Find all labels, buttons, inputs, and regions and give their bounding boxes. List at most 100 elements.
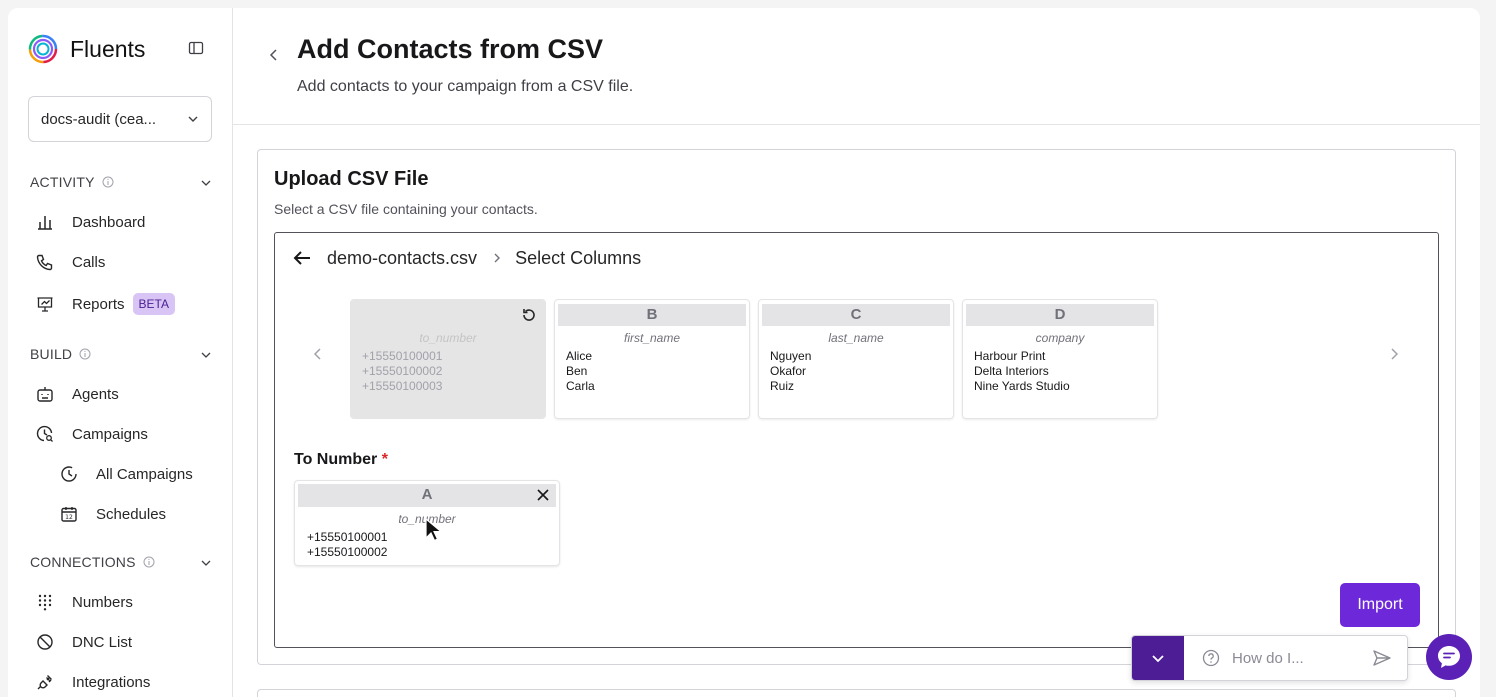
reset-icon[interactable]	[520, 306, 538, 324]
selected-letter-text: A	[421, 486, 433, 503]
sidebar-toggle-icon[interactable]	[188, 40, 204, 56]
column-value: Okafor	[770, 364, 807, 378]
chevron-down-icon	[188, 116, 198, 122]
chevron-right-icon	[494, 253, 501, 263]
column-value: Delta Interiors	[974, 364, 1049, 378]
sidebar-item-agents[interactable]: Agents	[36, 385, 119, 403]
help-collapse-button[interactable]	[1132, 636, 1184, 680]
column-letter: D	[966, 304, 1154, 326]
column-header: last_name	[828, 331, 884, 345]
close-icon[interactable]	[536, 488, 550, 502]
column-value: +15550100001	[362, 349, 443, 363]
column-value: Carla	[566, 379, 595, 393]
plug-icon	[37, 675, 52, 690]
chevron-left-icon[interactable]	[267, 48, 281, 62]
chevron-down-icon	[1152, 655, 1164, 663]
column-values: Alice Ben Carla	[566, 349, 749, 394]
section-label: BUILD	[30, 346, 73, 362]
column-letter: B	[558, 304, 746, 326]
sidebar-item-numbers[interactable]: Numbers	[36, 593, 133, 611]
sidebar-item-calls[interactable]: Calls	[36, 253, 105, 271]
column-values: Nguyen Okafor Ruiz	[770, 349, 953, 394]
column-values: +15550100001 +15550100002 +15550100003	[362, 349, 545, 394]
column-value: +15550100002	[307, 545, 388, 559]
column-mapper: demo-contacts.csv Select Columns to_numb…	[274, 232, 1439, 648]
section-activity[interactable]: ACTIVITY	[30, 174, 212, 190]
arrow-left-icon[interactable]	[291, 247, 313, 269]
workspace-label: docs-audit (cea...	[41, 110, 157, 128]
column-value: +15550100002	[362, 364, 443, 378]
page-header: Add Contacts from CSV Add contacts to yo…	[233, 8, 1480, 125]
card-subtitle: Select a CSV file containing your contac…	[274, 201, 538, 217]
chevron-down-icon	[201, 352, 211, 358]
sidebar-item-label: Agents	[72, 385, 119, 403]
workspace-select[interactable]: docs-audit (cea...	[28, 96, 212, 142]
sidebar-item-label: Dashboard	[72, 213, 146, 231]
sidebar: Fluents docs-audit (cea... ACTIVITY Dash…	[8, 8, 233, 697]
import-button[interactable]: Import	[1340, 583, 1420, 627]
section-build[interactable]: BUILD	[30, 346, 212, 362]
calendar-icon: 12	[61, 507, 77, 522]
app-window: Fluents docs-audit (cea... ACTIVITY Dash…	[8, 8, 1480, 697]
fluents-logo-icon	[28, 34, 58, 64]
sidebar-item-label: Reports	[72, 295, 125, 313]
field-label: To Number *	[294, 451, 388, 469]
sidebar-item-schedules[interactable]: 12 Schedules	[60, 505, 166, 523]
carousel-prev-icon[interactable]	[311, 347, 325, 361]
column-value: Ruiz	[770, 379, 795, 393]
dialpad-icon	[38, 594, 52, 611]
sidebar-item-label: All Campaigns	[96, 465, 193, 483]
upload-card: Upload CSV File Select a CSV file contai…	[257, 149, 1456, 665]
help-input[interactable]	[1232, 646, 1362, 670]
bar-chart-icon	[38, 216, 52, 230]
page-title: Add Contacts from CSV	[297, 34, 604, 64]
send-icon[interactable]	[1372, 648, 1392, 668]
column-card-c[interactable]: C last_name Nguyen Okafor Ruiz	[758, 299, 954, 419]
column-header: first_name	[623, 331, 681, 345]
column-header: to_number	[419, 331, 477, 345]
column-card-a[interactable]: to_number +15550100001 +15550100002 +155…	[350, 299, 546, 419]
sidebar-item-all-campaigns[interactable]: All Campaigns	[60, 465, 193, 483]
sidebar-item-campaigns[interactable]: Campaigns	[36, 425, 148, 443]
column-card-d[interactable]: D company Harbour Print Delta Interiors …	[962, 299, 1158, 419]
svg-text:12: 12	[65, 514, 73, 521]
sidebar-item-integrations[interactable]: Integrations	[36, 673, 150, 691]
sidebar-item-reports[interactable]: Reports BETA	[36, 293, 175, 315]
chat-button[interactable]	[1426, 634, 1472, 680]
sidebar-item-label: Numbers	[72, 593, 133, 611]
column-value: Alice	[566, 349, 593, 363]
main-content: Add Contacts from CSV Add contacts to yo…	[233, 8, 1480, 697]
field-label-text: To Number	[294, 451, 378, 468]
selected-column-letter: A	[298, 484, 556, 507]
next-card	[257, 689, 1456, 697]
card-title: Upload CSV File	[274, 168, 429, 190]
breadcrumb-step: Select Columns	[515, 247, 642, 268]
info-icon[interactable]	[79, 348, 91, 360]
presentation-chart-icon	[37, 297, 53, 312]
section-label: ACTIVITY	[30, 174, 95, 190]
section-label: CONNECTIONS	[30, 554, 136, 570]
column-card-b[interactable]: B first_name Alice Ben Carla	[554, 299, 750, 419]
question-icon	[1202, 649, 1220, 667]
ban-icon	[37, 634, 53, 650]
page-subtitle: Add contacts to your campaign from a CSV…	[297, 78, 634, 95]
phone-icon	[36, 254, 53, 271]
mouse-cursor-icon	[425, 518, 443, 542]
beta-badge: BETA	[132, 293, 175, 315]
robot-icon	[37, 387, 53, 402]
chevron-down-icon	[201, 560, 211, 566]
column-value: Ben	[566, 364, 588, 378]
info-icon[interactable]	[102, 176, 114, 188]
column-header: company	[1035, 331, 1085, 345]
sidebar-item-dnc-list[interactable]: DNC List	[36, 633, 132, 651]
carousel-next-icon[interactable]	[1387, 347, 1401, 361]
brand-name: Fluents	[70, 35, 146, 62]
info-icon[interactable]	[143, 556, 155, 568]
breadcrumb-file[interactable]: demo-contacts.csv	[327, 248, 477, 269]
section-connections[interactable]: CONNECTIONS	[30, 554, 212, 570]
brand-logo[interactable]: Fluents	[28, 34, 145, 64]
sidebar-item-label: Campaigns	[72, 425, 148, 443]
help-search-bar	[1131, 635, 1408, 681]
sidebar-item-dashboard[interactable]: Dashboard	[36, 213, 145, 231]
column-values: Harbour Print Delta Interiors Nine Yards…	[974, 349, 1157, 394]
